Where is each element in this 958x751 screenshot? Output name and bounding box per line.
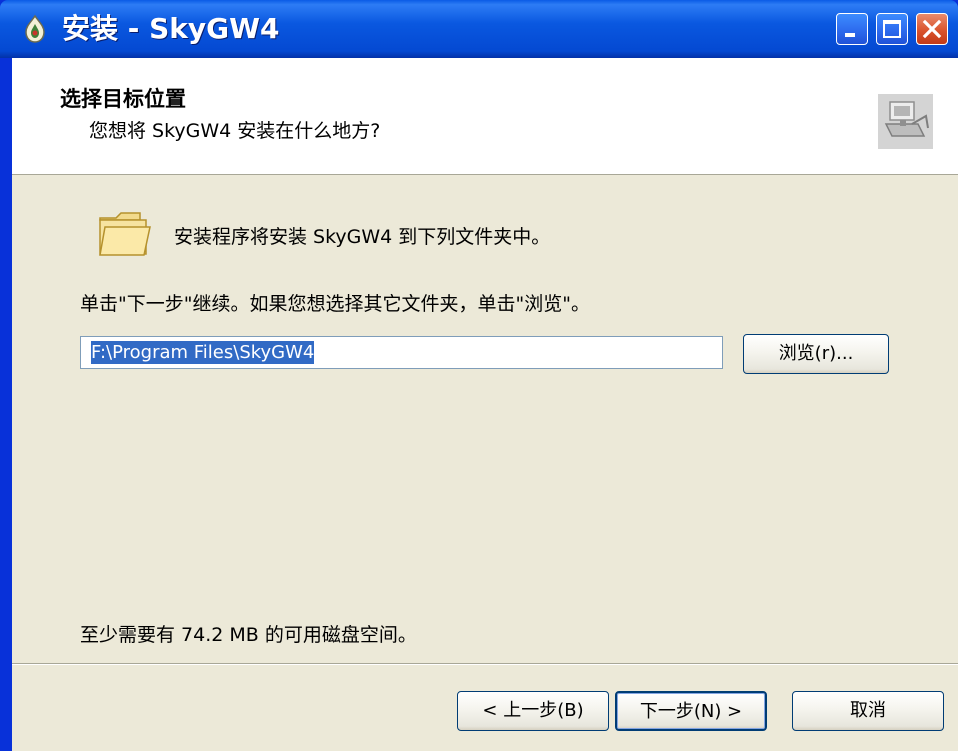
footer-divider — [12, 663, 958, 665]
cancel-button[interactable]: 取消 — [792, 691, 944, 731]
install-path-value: F:\Program Files\SkyGW4 — [91, 341, 315, 364]
disk-space-requirement: 至少需要有 74.2 MB 的可用磁盘空间。 — [80, 624, 417, 646]
back-button[interactable]: < 上一步(B) — [457, 691, 609, 731]
title-bar[interactable]: 安装 - SkyGW4 — [0, 0, 958, 58]
maximize-button[interactable] — [876, 13, 908, 45]
folder-icon — [99, 212, 151, 256]
next-button[interactable]: 下一步(N) > — [615, 691, 767, 731]
page-subtitle: 您想将 SkyGW4 安装在什么地方? — [89, 120, 381, 142]
install-wizard-icon — [878, 94, 933, 149]
instruction-text: 单击"下一步"继续。如果您想选择其它文件夹，单击"浏览"。 — [80, 293, 590, 315]
window-title: 安装 - SkyGW4 — [62, 12, 280, 45]
installer-window: 安装 - SkyGW4 选择目标位置 您想将 SkyGW4 安装在什么地方? 安… — [0, 0, 958, 751]
maximize-icon — [883, 20, 901, 38]
page-title: 选择目标位置 — [60, 87, 186, 111]
close-icon — [922, 19, 942, 39]
minimize-icon — [845, 33, 855, 37]
install-path-field[interactable]: F:\Program Files\SkyGW4 — [80, 336, 723, 369]
wizard-header: 选择目标位置 您想将 SkyGW4 安装在什么地方? — [12, 58, 958, 175]
minimize-button[interactable] — [836, 13, 868, 45]
wizard-page: 选择目标位置 您想将 SkyGW4 安装在什么地方? 安装程序将安装 SkyGW… — [12, 58, 958, 751]
setup-icon — [25, 14, 45, 43]
folder-description: 安装程序将安装 SkyGW4 到下列文件夹中。 — [174, 226, 551, 248]
close-button[interactable] — [916, 13, 948, 45]
browse-button[interactable]: 浏览(r)... — [743, 334, 889, 374]
